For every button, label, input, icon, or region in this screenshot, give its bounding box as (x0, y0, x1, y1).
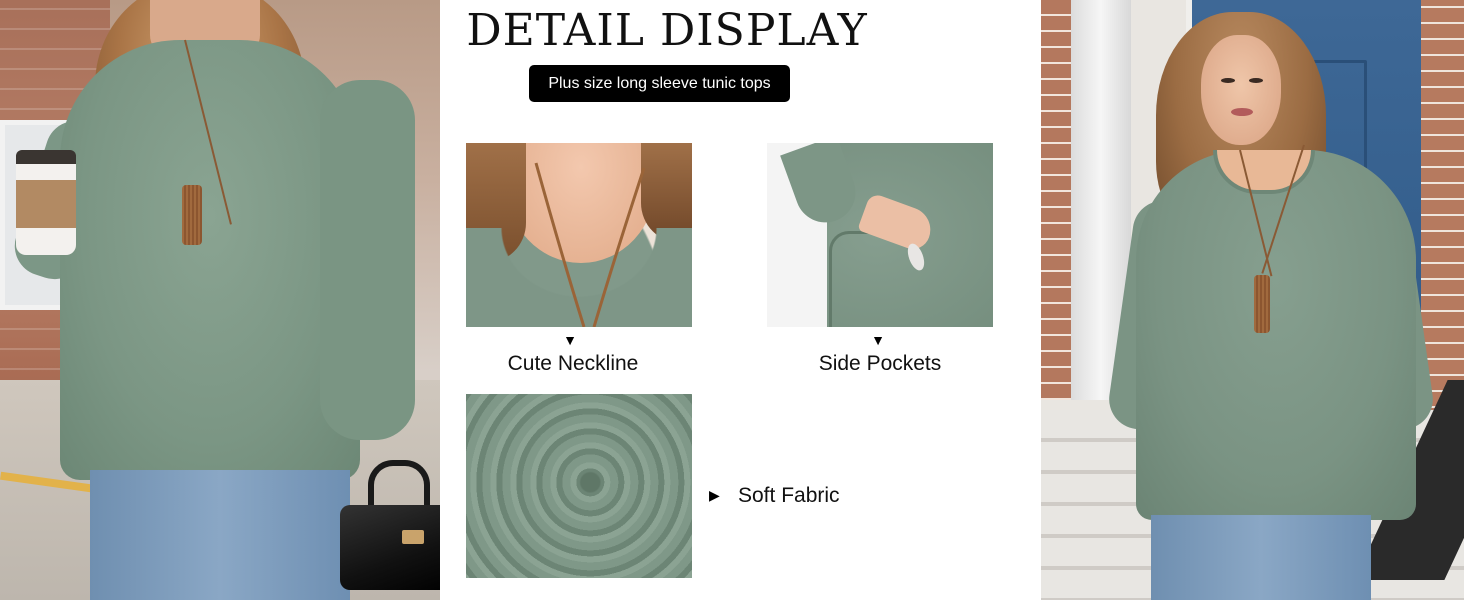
brick-wall-left (1041, 0, 1071, 400)
model-face (1201, 35, 1281, 145)
coffee-cup (16, 150, 76, 255)
fabric-detail-photo (466, 394, 692, 578)
necklace-tassel (182, 185, 202, 245)
jeans (90, 470, 350, 600)
sweater-sleeve-right (320, 80, 415, 440)
down-arrow-icon: ▼ (871, 332, 885, 348)
neckline-detail-photo (466, 143, 692, 327)
handbag-clasp (402, 530, 424, 544)
label-side-pockets: Side Pockets (818, 352, 942, 375)
necklace-cord-detail (534, 162, 646, 327)
necklace-tassel (1254, 275, 1270, 333)
down-arrow-icon: ▼ (563, 332, 577, 348)
model-lips (1231, 108, 1253, 116)
model-eye-left (1221, 78, 1235, 83)
label-cute-neckline: Cute Neckline (507, 352, 639, 375)
label-soft-fabric: Soft Fabric (738, 484, 840, 507)
subtitle-badge: Plus size long sleeve tunic tops (529, 65, 790, 102)
model-photo-right (1041, 0, 1464, 600)
right-arrow-icon: ▶ (709, 487, 720, 503)
model-eye-right (1249, 78, 1263, 83)
green-sweater (1136, 150, 1416, 520)
page-title: DETAIL DISPLAY (466, 5, 868, 56)
green-sweater (60, 40, 360, 480)
pocket-detail-photo (767, 143, 993, 327)
black-handbag (340, 505, 440, 590)
jeans (1151, 515, 1371, 600)
model-photo-left (0, 0, 440, 600)
